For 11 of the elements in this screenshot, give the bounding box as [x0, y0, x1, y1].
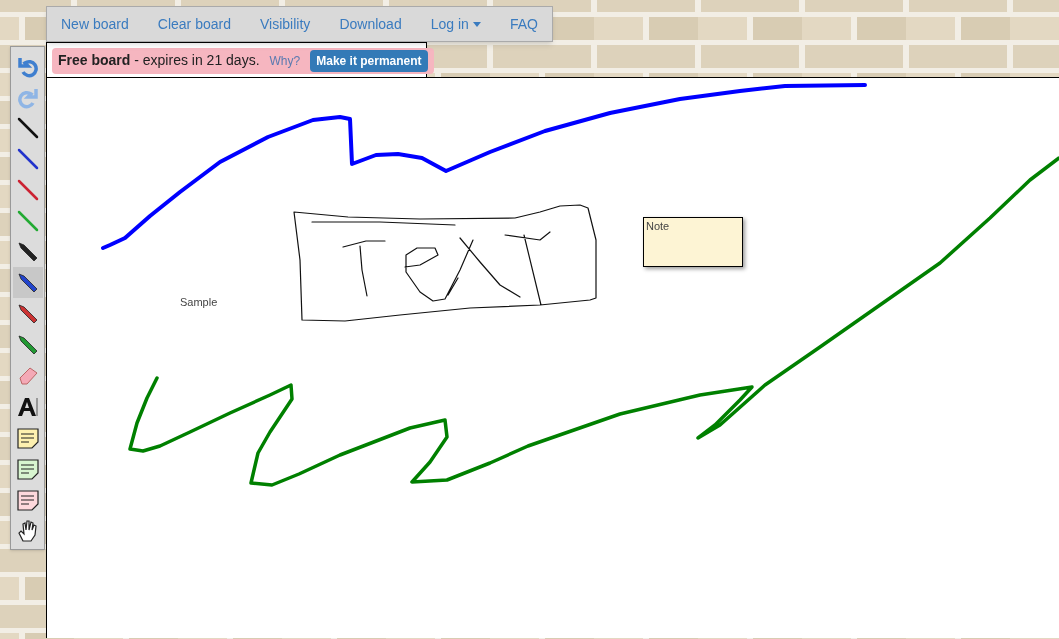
menu-item[interactable]: Download	[339, 13, 402, 35]
menu-item[interactable]: Log in	[430, 13, 481, 35]
sticky-note[interactable]: Note	[643, 217, 743, 267]
make-permanent-button[interactable]: Make it permanent	[310, 49, 428, 72]
menu-item[interactable]: Visibility	[260, 13, 311, 35]
menu-item[interactable]: Clear board	[157, 13, 231, 35]
why-link[interactable]: Why?	[269, 51, 301, 70]
notice-text: Free board - expires in 21 days.	[58, 51, 260, 70]
menu-item[interactable]: New board	[61, 13, 129, 35]
board-text: Sample	[180, 295, 218, 310]
menu-item[interactable]: FAQ	[510, 13, 538, 35]
